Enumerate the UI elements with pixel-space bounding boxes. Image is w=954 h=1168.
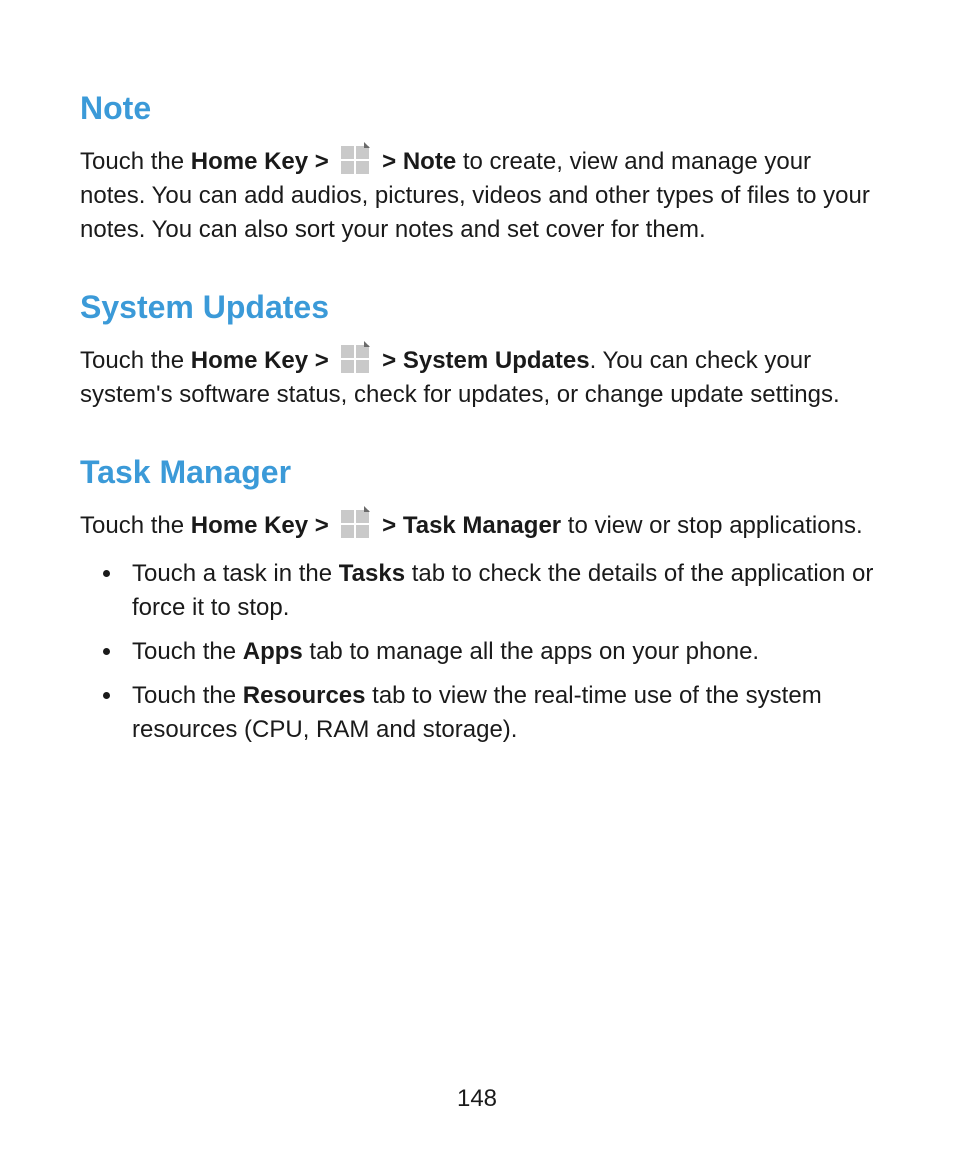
heading-note: Note <box>80 90 874 127</box>
apps-grid-icon <box>341 510 369 538</box>
apps-grid-icon <box>341 146 369 174</box>
text: Touch the <box>80 347 191 374</box>
text: Touch a task in the <box>132 560 339 587</box>
text: Touch the <box>80 512 191 539</box>
task-manager-bullets: Touch a task in the Tasks tab to check t… <box>80 557 874 747</box>
text: Touch the <box>132 682 243 709</box>
page-number: 148 <box>0 1085 954 1113</box>
text <box>329 347 336 374</box>
list-item: Touch a task in the Tasks tab to check t… <box>124 557 874 625</box>
paragraph-task-manager: Touch the Home Key > > Task Manager to v… <box>80 509 874 543</box>
bold-path: Home Key > <box>191 347 329 374</box>
list-item: Touch the Resources tab to view the real… <box>124 679 874 747</box>
bold-target: > Task Manager <box>382 512 561 539</box>
bold: Apps <box>243 638 303 665</box>
bold-target: > System Updates <box>382 347 589 374</box>
bold: Tasks <box>339 560 405 587</box>
paragraph-system-updates: Touch the Home Key > > System Updates. Y… <box>80 344 874 412</box>
text: Touch the <box>132 638 243 665</box>
text: tab to manage all the apps on your phone… <box>303 638 759 665</box>
text <box>329 512 336 539</box>
bold: Resources <box>243 682 366 709</box>
list-item: Touch the Apps tab to manage all the app… <box>124 635 874 669</box>
text: Touch the <box>80 148 191 175</box>
text <box>329 148 336 175</box>
bold-target: > Note <box>382 148 456 175</box>
bold-path: Home Key > <box>191 148 329 175</box>
document-page: Note Touch the Home Key > > Note to crea… <box>0 0 954 1168</box>
paragraph-note: Touch the Home Key > > Note to create, v… <box>80 145 874 247</box>
apps-grid-icon <box>341 345 369 373</box>
text: to view or stop applications. <box>561 512 863 539</box>
heading-system-updates: System Updates <box>80 289 874 326</box>
bold-path: Home Key > <box>191 512 329 539</box>
heading-task-manager: Task Manager <box>80 454 874 491</box>
